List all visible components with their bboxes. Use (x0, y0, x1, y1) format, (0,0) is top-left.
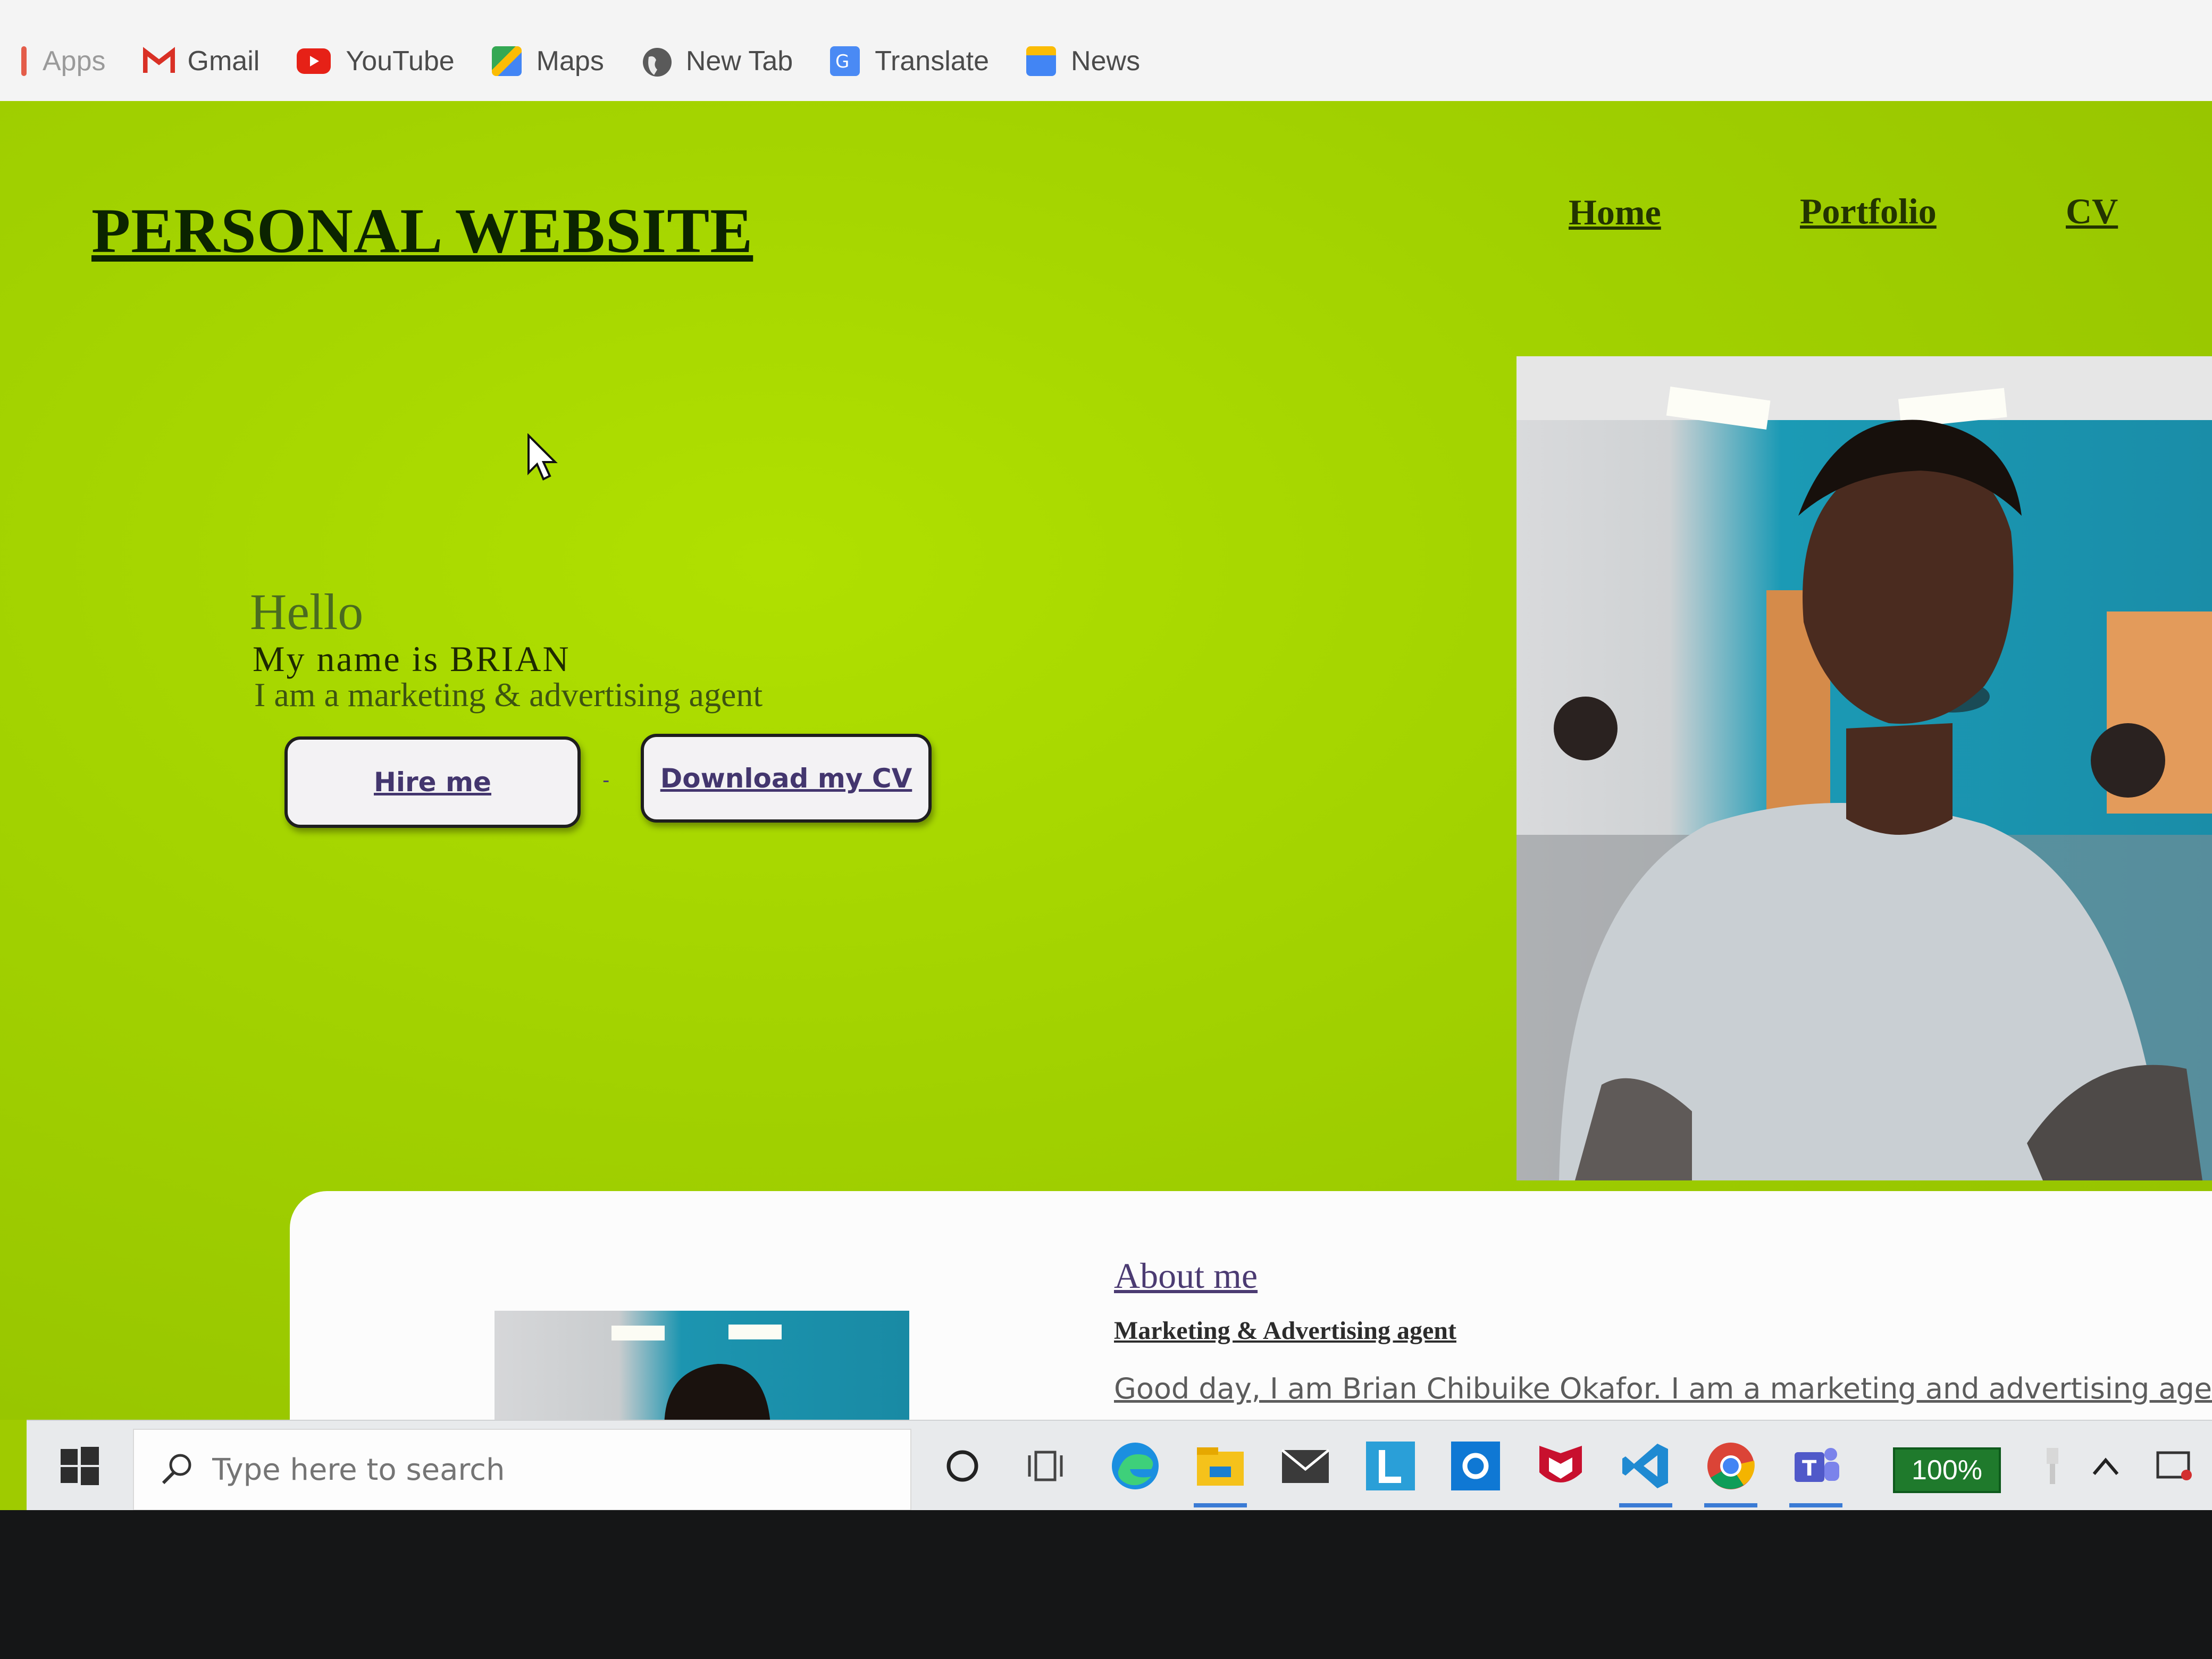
monitor-screen: Apps Gmail YouTube Maps New Tab G Transl… (0, 0, 2212, 1510)
hero-greeting: Hello (250, 583, 364, 640)
bookmarks-list: Apps Gmail YouTube Maps New Tab G Transl… (0, 21, 1140, 101)
search-input[interactable] (211, 1452, 851, 1488)
about-heading[interactable]: About me (1114, 1255, 1258, 1297)
maps-icon (491, 46, 522, 76)
notification-icon[interactable] (2148, 1439, 2201, 1493)
bookmark-new-tab[interactable]: New Tab (641, 45, 793, 77)
mcafee-icon[interactable] (1534, 1439, 1587, 1493)
bookmark-apps[interactable]: Apps (21, 45, 106, 77)
active-indicator (1789, 1503, 1842, 1507)
site-title[interactable]: PERSONAL WEBSITE (91, 194, 753, 267)
nav-home-link[interactable]: Home (1569, 191, 1661, 233)
nav-cv-link[interactable]: CV (2066, 190, 2118, 232)
profile-photo (1516, 356, 2212, 1180)
monitor-bezel (0, 1510, 2212, 1659)
file-explorer-icon[interactable] (1194, 1439, 1247, 1507)
svg-text:G: G (835, 51, 849, 72)
bookmark-youtube[interactable]: YouTube (297, 45, 455, 77)
hero-name-line: My name is BRIAN (253, 639, 571, 679)
taskbar-search-box[interactable] (133, 1429, 911, 1510)
bookmark-gmail[interactable]: Gmail (143, 45, 260, 77)
gmail-icon (143, 46, 175, 76)
bookmark-label: New Tab (685, 46, 793, 77)
chevron-up-icon[interactable] (2079, 1439, 2132, 1493)
chrome-icon[interactable] (1704, 1439, 1757, 1507)
active-indicator (1194, 1503, 1247, 1507)
bookmark-maps[interactable]: Maps (491, 45, 604, 77)
vscode-icon[interactable] (1619, 1439, 1672, 1507)
bookmark-news[interactable]: News (1026, 45, 1140, 77)
edge-icon[interactable] (1109, 1439, 1162, 1493)
windows-start-icon[interactable] (58, 1445, 101, 1490)
bookmark-label: YouTube (346, 46, 455, 77)
bookmark-label: Maps (536, 46, 604, 77)
news-icon (1026, 46, 1057, 76)
usb-plug-icon[interactable] (2026, 1439, 2079, 1493)
active-indicator (1704, 1503, 1757, 1507)
profile-photo-illustration (1516, 356, 2212, 1180)
bookmark-label: Gmail (187, 46, 260, 77)
outlook-icon[interactable] (1449, 1439, 1502, 1493)
about-subheading: Marketing & Advertising agent (1114, 1317, 1456, 1345)
active-indicator (1619, 1503, 1672, 1507)
hire-me-button[interactable]: Hire me (284, 736, 581, 828)
bookmark-label: News (1071, 46, 1141, 77)
battery-percentage[interactable]: 100% (1893, 1447, 2001, 1493)
globe-icon (641, 46, 672, 77)
cortana-icon[interactable] (936, 1439, 989, 1493)
browser-bookmarks-bar: Apps Gmail YouTube Maps New Tab G Transl… (0, 0, 2212, 102)
search-icon (158, 1450, 195, 1490)
button-separator: - (602, 768, 610, 792)
about-paragraph: Good day, I am Brian Chibuike Okafor. I … (1114, 1372, 2212, 1405)
hero-role-line: I am a marketing & advertising agent (254, 676, 763, 714)
bookmark-label: Translate (875, 46, 990, 77)
website-page: PERSONAL WEBSITE Home Portfolio CV Hello… (0, 101, 2212, 1438)
download-cv-button[interactable]: Download my CV (641, 734, 932, 823)
youtube-icon (297, 48, 331, 74)
about-thumbnail-photo (495, 1311, 909, 1438)
mouse-pointer-icon (526, 433, 558, 485)
l-app-icon[interactable] (1364, 1439, 1417, 1493)
windows-taskbar: T 100% (27, 1420, 2212, 1510)
apps-grid-icon (21, 46, 27, 76)
task-view-icon[interactable] (1021, 1439, 1074, 1493)
teams-icon[interactable]: T (1789, 1439, 1842, 1507)
bookmark-translate[interactable]: G Translate (830, 45, 989, 77)
mail-icon[interactable] (1279, 1439, 1332, 1493)
bookmark-label: Apps (43, 46, 106, 77)
nav-portfolio-link[interactable]: Portfolio (1800, 190, 1937, 232)
translate-icon: G (830, 46, 860, 76)
svg-text:T: T (1802, 1456, 1817, 1481)
about-section-card: About me Marketing & Advertising agent G… (290, 1191, 2212, 1438)
